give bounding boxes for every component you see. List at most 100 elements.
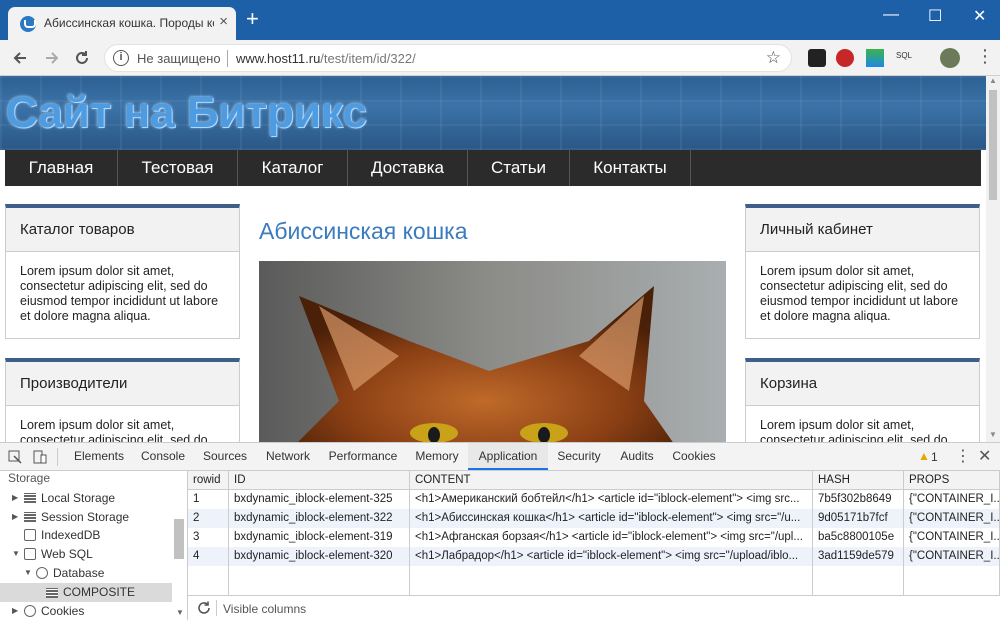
tab-close-icon[interactable]: ×	[219, 13, 228, 30]
table-cell[interactable]: bxdynamic_iblock-element-319	[229, 528, 410, 547]
menu-item-delivery[interactable]: Доставка	[348, 150, 468, 186]
inspect-element-icon[interactable]	[8, 450, 22, 464]
collapse-arrow-icon[interactable]: ▼	[24, 568, 32, 577]
expand-arrow-icon[interactable]: ▶	[12, 606, 18, 615]
page-scrollbar[interactable]: ▲ ▼	[986, 76, 1000, 442]
menu-item-catalog[interactable]: Каталог	[238, 150, 348, 186]
device-toggle-icon[interactable]	[33, 450, 47, 464]
sidebar-item-web-sql[interactable]: Web SQL	[41, 547, 93, 561]
devtools-panel: Elements Console Sources Network Perform…	[0, 442, 1000, 620]
bookmark-star-icon[interactable]: ☆	[766, 48, 781, 68]
sidebar-item-indexeddb[interactable]: IndexedDB	[41, 528, 100, 542]
security-label: Не защищено	[137, 51, 221, 66]
visible-columns-input[interactable]: Visible columns	[223, 602, 306, 616]
info-icon[interactable]: i	[113, 50, 129, 66]
forward-arrow-icon[interactable]	[44, 50, 60, 66]
table-cell[interactable]: 2	[188, 509, 229, 528]
browser-toolbar: i Не защищено www.host11.ru/test/item/id…	[0, 40, 1000, 76]
menu-item-articles[interactable]: Статьи	[468, 150, 570, 186]
tab-console[interactable]: Console	[132, 443, 194, 470]
menu-item-home[interactable]: Главная	[5, 150, 118, 186]
devtools-menu-icon[interactable]: ⋮	[955, 446, 971, 466]
table-cell[interactable]: ba5c8800105e	[813, 528, 904, 547]
sidebar-item-local-storage[interactable]: Local Storage	[41, 491, 115, 505]
table-footer: Visible columns	[188, 595, 1000, 620]
database-icon	[36, 567, 48, 579]
table-cell[interactable]: 3	[188, 528, 229, 547]
storage-section-label: Storage	[8, 471, 51, 485]
catalog-box: Каталог товаров Lorem ipsum dolor sit am…	[5, 204, 240, 339]
address-bar[interactable]: i Не защищено www.host11.ru/test/item/id…	[104, 44, 792, 72]
tab-security[interactable]: Security	[548, 443, 610, 470]
table-cell[interactable]: bxdynamic_iblock-element-320	[229, 547, 410, 566]
column-header[interactable]: HASH	[813, 471, 904, 490]
maximize-button[interactable]: ☐	[928, 6, 942, 26]
table-cell[interactable]: 7b5f302b8649	[813, 490, 904, 509]
url-path: /test/item/id/322/	[320, 51, 416, 66]
extension-spy-icon[interactable]	[808, 49, 826, 67]
cookie-icon	[24, 605, 36, 617]
tab-elements[interactable]: Elements	[66, 443, 132, 470]
sidebar-item-session-storage[interactable]: Session Storage	[41, 510, 129, 524]
devtools-close-icon[interactable]: ✕	[978, 446, 991, 466]
collapse-arrow-icon[interactable]: ▼	[12, 549, 20, 558]
tab-performance[interactable]: Performance	[320, 443, 406, 470]
tab-memory[interactable]: Memory	[406, 443, 468, 470]
column-header[interactable]: rowid	[188, 471, 229, 490]
sidebar-scroll-down-icon[interactable]: ▼	[176, 608, 184, 617]
table-cell[interactable]: <h1>Абиссинская кошка</h1> <article id="…	[410, 509, 813, 528]
menu-item-contacts[interactable]: Контакты	[570, 150, 691, 186]
url-text[interactable]: www.host11.ru/test/item/id/322/	[236, 51, 416, 66]
toolbar-divider	[57, 448, 58, 466]
sidebar-scrollbar-thumb[interactable]	[174, 519, 184, 559]
scroll-down-icon[interactable]: ▼	[989, 430, 997, 439]
table-cell[interactable]: {"CONTAINER_I...	[904, 509, 1000, 528]
browser-menu-icon[interactable]: ⋮	[976, 46, 994, 67]
warning-count[interactable]: 1	[931, 450, 938, 464]
table-cell[interactable]: bxdynamic_iblock-element-322	[229, 509, 410, 528]
sidebar-item-database[interactable]: Database	[53, 566, 104, 580]
refresh-icon[interactable]	[197, 601, 211, 615]
tab-network[interactable]: Network	[256, 443, 320, 470]
table-cell[interactable]: <h1>Лабрадор</h1> <article id="iblock-el…	[410, 547, 813, 566]
table-cell[interactable]: 4	[188, 547, 229, 566]
sidebar-item-composite[interactable]: COMPOSITE	[63, 585, 135, 599]
expand-arrow-icon[interactable]: ▶	[12, 512, 18, 521]
table-cell[interactable]: 9d05171b7fcf	[813, 509, 904, 528]
close-window-button[interactable]: ✕	[973, 6, 986, 26]
extension-adblock-icon[interactable]	[836, 49, 854, 67]
extension-stack-icon[interactable]	[866, 49, 884, 67]
scroll-up-icon[interactable]: ▲	[989, 76, 997, 85]
expand-arrow-icon[interactable]: ▶	[12, 493, 18, 502]
table-cell[interactable]: {"CONTAINER_I...	[904, 490, 1000, 509]
scrollbar-thumb[interactable]	[989, 90, 997, 200]
profile-avatar[interactable]	[940, 48, 960, 68]
browser-tab[interactable]: Абиссинская кошка. Породы ко ×	[8, 7, 236, 40]
websql-table: rowid ID CONTENT HASH PROPS 1 bxdynamic_…	[188, 471, 1000, 595]
extension-sql-icon[interactable]: SQL	[896, 51, 914, 69]
back-arrow-icon[interactable]	[12, 50, 28, 66]
table-cell[interactable]: 3ad1159de579	[813, 547, 904, 566]
minimize-button[interactable]: —	[883, 6, 899, 24]
table-cell[interactable]: 1	[188, 490, 229, 509]
tab-audits[interactable]: Audits	[610, 443, 664, 470]
tab-sources[interactable]: Sources	[194, 443, 256, 470]
box-heading: Корзина	[746, 362, 979, 406]
column-header[interactable]: PROPS	[904, 471, 1000, 490]
warning-icon[interactable]: ▲	[918, 449, 930, 463]
table-cell[interactable]: <h1>Афганская борзая</h1> <article id="i…	[410, 528, 813, 547]
sidebar-item-cookies[interactable]: Cookies	[41, 604, 84, 618]
table-cell[interactable]: {"CONTAINER_I...	[904, 547, 1000, 566]
site-header: Сайт на Битрикс	[0, 76, 986, 150]
reload-icon[interactable]	[74, 50, 90, 66]
new-tab-button[interactable]: +	[246, 8, 259, 30]
menu-item-test[interactable]: Тестовая	[118, 150, 238, 186]
column-header[interactable]: ID	[229, 471, 410, 490]
table-cell[interactable]: <h1>Американский бобтейл</h1> <article i…	[410, 490, 813, 509]
site-title[interactable]: Сайт на Битрикс	[6, 88, 367, 138]
table-cell[interactable]: {"CONTAINER_I...	[904, 528, 1000, 547]
table-cell[interactable]: bxdynamic_iblock-element-325	[229, 490, 410, 509]
tab-cookies[interactable]: Cookies	[664, 443, 724, 470]
tab-application[interactable]: Application	[468, 443, 548, 470]
column-header[interactable]: CONTENT	[410, 471, 813, 490]
